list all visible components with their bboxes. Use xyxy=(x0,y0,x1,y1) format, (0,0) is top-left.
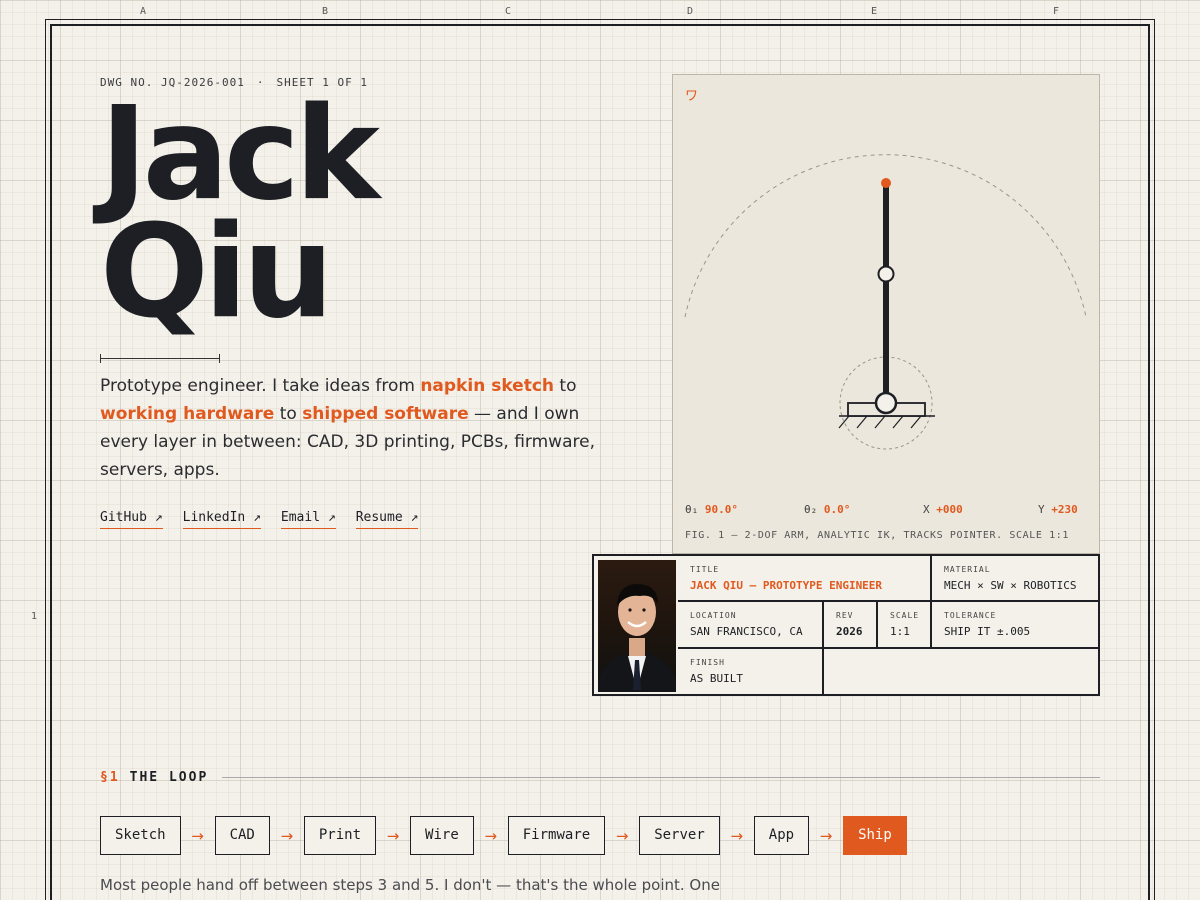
last-name: Qiu xyxy=(100,198,334,347)
grid-row-label: 1 xyxy=(31,611,38,622)
arrow-icon: → xyxy=(280,826,294,845)
first-name: Jack xyxy=(100,80,380,229)
title-value: JACK QIU — PROTOTYPE ENGINEER xyxy=(690,579,883,592)
tolerance-cell: TOLERANCE SHIP IT ±.005 xyxy=(932,602,1100,649)
resume-link[interactable]: Resume ↗ xyxy=(355,510,419,529)
intro-text: Prototype engineer. I take ideas from xyxy=(100,376,421,396)
grid-column-label: B xyxy=(322,6,329,17)
scale-label: SCALE xyxy=(890,611,920,620)
dimension-line xyxy=(100,354,220,363)
theta1-readout: θ₁ 90.0° xyxy=(685,503,738,516)
figure-caption: FIG. 1 — 2-DOF ARM, ANALYTIC IK, TRACKS … xyxy=(685,530,1069,541)
section-title: THE LOOP xyxy=(129,770,209,785)
arrow-icon: → xyxy=(386,826,400,845)
page-title: Jack Qiu xyxy=(100,80,380,347)
location-value: SAN FRANCISCO, CA xyxy=(690,625,803,638)
intro-highlight: shipped software xyxy=(302,404,469,424)
grid-column-label: A xyxy=(140,6,147,17)
intro-paragraph: Prototype engineer. I take ideas from na… xyxy=(100,372,600,484)
arrow-icon: → xyxy=(484,826,498,845)
rev-cell: REV 2026 xyxy=(824,602,878,649)
grid-column-label: C xyxy=(505,6,512,17)
step-wire[interactable]: Wire xyxy=(410,816,474,855)
material-label: MATERIAL xyxy=(944,565,991,574)
arrow-icon: → xyxy=(730,826,744,845)
x-label: X xyxy=(923,503,930,516)
loop-description: Most people hand off between steps 3 and… xyxy=(100,876,720,894)
social-links: GitHub ↗ LinkedIn ↗ Email ↗ Resume ↗ xyxy=(100,510,419,529)
title-block: TITLE JACK QIU — PROTOTYPE ENGINEER MATE… xyxy=(592,554,1100,696)
arrow-icon: → xyxy=(819,826,833,845)
step-cad[interactable]: CAD xyxy=(214,816,270,855)
intro-highlight: napkin sketch xyxy=(420,376,555,396)
profile-photo xyxy=(598,560,676,692)
finish-cell: FINISH AS BUILT xyxy=(678,649,824,694)
section-number: §1 xyxy=(100,770,120,785)
finish-label: FINISH xyxy=(690,658,725,667)
arm-diagram[interactable] xyxy=(673,75,1101,495)
material-cell: MATERIAL MECH × SW × ROBOTICS xyxy=(932,556,1100,602)
arrow-icon: → xyxy=(191,826,204,845)
figure-logo-icon: ワ xyxy=(685,89,699,104)
y-readout: Y +230 xyxy=(1038,503,1078,516)
rev-label: REV xyxy=(836,611,854,620)
step-app[interactable]: App xyxy=(753,816,810,855)
theta1-label: θ₁ xyxy=(685,503,699,516)
step-print[interactable]: Print xyxy=(303,816,377,855)
section-rule xyxy=(222,777,1100,778)
x-readout: X +000 xyxy=(923,503,963,516)
theta1-value: 90.0° xyxy=(704,503,738,516)
arrow-icon: → xyxy=(615,826,629,845)
title-cell: TITLE JACK QIU — PROTOTYPE ENGINEER xyxy=(678,556,932,602)
title-label: TITLE xyxy=(690,565,720,574)
rev-value: 2026 xyxy=(836,625,863,638)
intro-text: to xyxy=(554,376,577,396)
grid-column-label: E xyxy=(871,6,878,17)
email-link[interactable]: Email ↗ xyxy=(280,510,336,529)
intro-highlight: working hardware xyxy=(100,404,275,424)
finish-value: AS BUILT xyxy=(690,672,743,685)
step-ship[interactable]: Ship xyxy=(843,816,907,855)
tolerance-label: TOLERANCE xyxy=(944,611,997,620)
theta2-readout: θ₂ 0.0° xyxy=(804,503,850,516)
location-label: LOCATION xyxy=(690,611,737,620)
grid-column-label: F xyxy=(1053,6,1060,17)
base-joint xyxy=(874,391,898,415)
github-link[interactable]: GitHub ↗ xyxy=(100,510,163,529)
elbow-joint xyxy=(877,265,895,283)
step-server[interactable]: Server xyxy=(639,816,720,855)
y-value: +230 xyxy=(1051,503,1078,516)
scale-cell: SCALE 1:1 xyxy=(878,602,932,649)
end-effector xyxy=(881,178,891,188)
ground-hatch xyxy=(838,415,922,429)
location-cell: LOCATION SAN FRANCISCO, CA xyxy=(678,602,824,649)
step-sketch[interactable]: Sketch xyxy=(100,816,181,855)
grid-column-label: D xyxy=(687,6,694,17)
tolerance-value: SHIP IT ±.005 xyxy=(944,625,1031,638)
step-firmware[interactable]: Firmware xyxy=(507,816,606,855)
linkedin-link[interactable]: LinkedIn ↗ xyxy=(182,510,261,529)
y-label: Y xyxy=(1038,503,1045,516)
theta2-label: θ₂ xyxy=(804,503,818,516)
intro-text: to xyxy=(274,404,303,424)
scale-value: 1:1 xyxy=(890,625,910,638)
material-value: MECH × SW × ROBOTICS xyxy=(944,579,1077,592)
loop-pipeline: Sketch → CAD → Print → Wire → Firmware →… xyxy=(100,816,907,855)
loop-section-heading: §1 THE LOOP xyxy=(100,770,1100,785)
x-value: +000 xyxy=(936,503,963,516)
arm-figure[interactable]: ワ θ₁ 90.0° θ₂ 0.0° X +000 Y +230 FIG. 1 … xyxy=(672,74,1100,554)
theta2-value: 0.0° xyxy=(823,503,851,516)
